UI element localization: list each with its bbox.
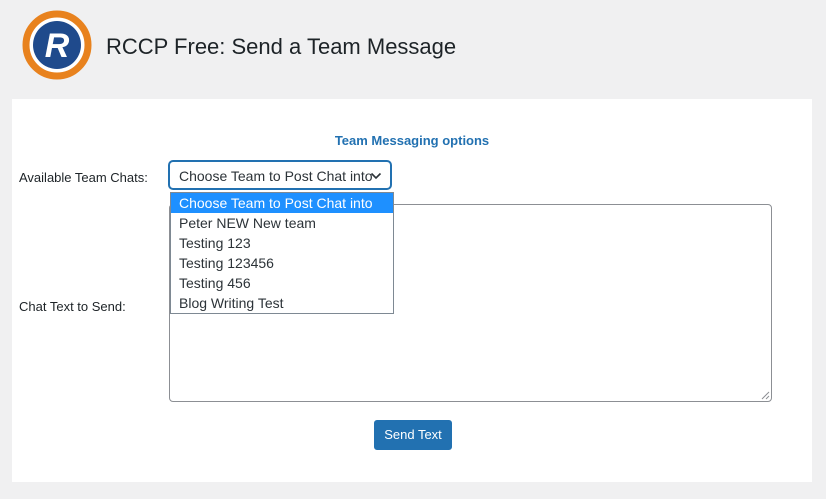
logo-letter: R <box>45 27 70 65</box>
section-title: Team Messaging options <box>334 133 490 148</box>
rccp-logo-icon: R <box>22 10 92 80</box>
send-text-button[interactable]: Send Text <box>374 420 452 450</box>
dropdown-option[interactable]: Testing 123456 <box>171 253 393 273</box>
dropdown-option[interactable]: Testing 123 <box>171 233 393 253</box>
chevron-down-icon <box>370 172 382 180</box>
resize-grip-icon[interactable] <box>761 391 770 400</box>
team-select-value: Choose Team to Post Chat into <box>179 168 373 184</box>
dropdown-option[interactable]: Testing 456 <box>171 273 393 293</box>
team-select-dropdown: Choose Team to Post Chat into Peter NEW … <box>170 192 394 314</box>
dropdown-option[interactable]: Blog Writing Test <box>171 293 393 313</box>
page: R RCCP Free: Send a Team Message Team Me… <box>0 0 826 499</box>
dropdown-option[interactable]: Peter NEW New team <box>171 213 393 233</box>
team-chat-select[interactable]: Choose Team to Post Chat into <box>169 161 391 189</box>
dropdown-option[interactable]: Choose Team to Post Chat into <box>171 193 393 213</box>
team-message-panel: Team Messaging options Available Team Ch… <box>12 99 812 482</box>
chat-text-label: Chat Text to Send: <box>19 299 126 314</box>
page-title: RCCP Free: Send a Team Message <box>106 34 457 59</box>
team-chats-label: Available Team Chats: <box>19 170 148 185</box>
